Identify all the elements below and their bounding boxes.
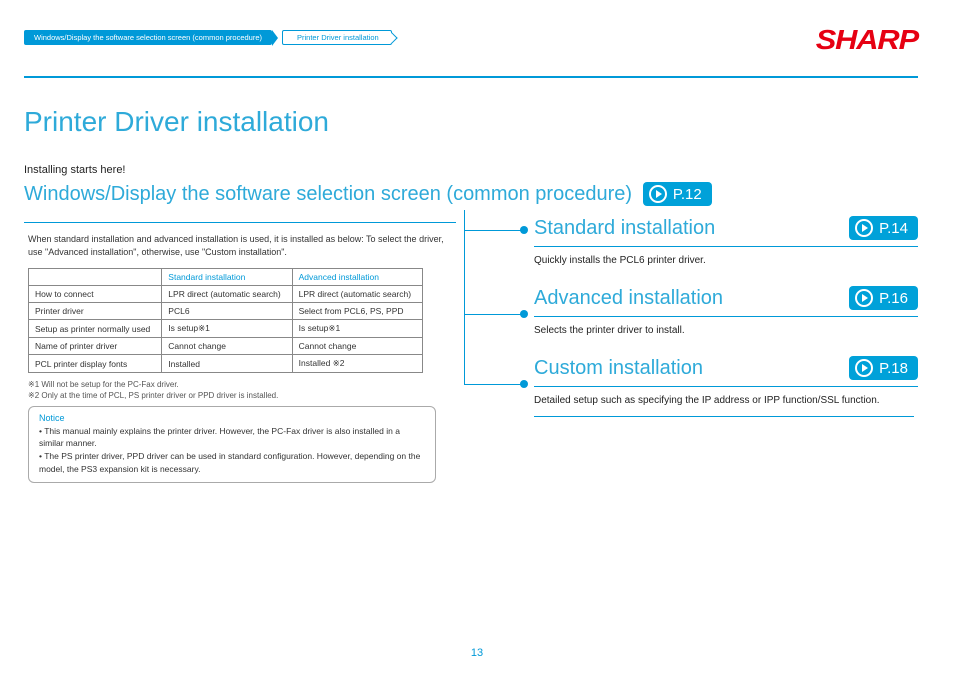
section-desc: Selects the printer driver to install.: [534, 325, 918, 336]
page-link-label: P.16: [879, 290, 908, 307]
table-row: Name of printer driver Cannot change Can…: [29, 338, 423, 355]
page-link-label: P.12: [673, 186, 702, 203]
table-header: [29, 269, 162, 286]
section-advanced: Advanced installation P.16 Selects the p…: [534, 286, 918, 336]
right-column: Standard installation P.14 Quickly insta…: [456, 216, 918, 483]
page-link-label: P.18: [879, 360, 908, 377]
table-row: Printer driver PCL6 Select from PCL6, PS…: [29, 303, 423, 320]
breadcrumb-item-1[interactable]: Windows/Display the software selection s…: [24, 30, 272, 45]
page-number: 13: [0, 647, 954, 659]
body-text: When standard installation and advanced …: [24, 233, 456, 258]
breadcrumb: Windows/Display the software selection s…: [24, 30, 392, 45]
section-desc: Quickly installs the PCL6 printer driver…: [534, 255, 918, 266]
section-title: Custom installation: [534, 357, 703, 380]
section-title: Standard installation: [534, 217, 715, 240]
notice-line-1: This manual mainly explains the printer …: [39, 425, 425, 451]
page-link-p16[interactable]: P.16: [849, 286, 918, 310]
divider-top: [24, 76, 918, 78]
connector-lines: [456, 216, 534, 446]
section-desc: Detailed setup such as specifying the IP…: [534, 395, 918, 406]
table-header: Advanced installation: [292, 269, 422, 286]
play-icon: [855, 219, 873, 237]
footnote-1: ※1 Will not be setup for the PC-Fax driv…: [28, 379, 456, 390]
section-standard: Standard installation P.14 Quickly insta…: [534, 216, 918, 266]
page-link-p12[interactable]: P.12: [643, 182, 712, 206]
play-icon: [649, 185, 667, 203]
play-icon: [855, 289, 873, 307]
divider: [534, 416, 914, 417]
subheading: Windows/Display the software selection s…: [24, 183, 632, 205]
breadcrumb-item-2[interactable]: Printer Driver installation: [282, 30, 392, 45]
table-row: Setup as printer normally used Is setup※…: [29, 320, 423, 338]
left-column: When standard installation and advanced …: [24, 216, 456, 483]
footnotes: ※1 Will not be setup for the PC-Fax driv…: [28, 379, 456, 401]
table-header-row: Standard installation Advanced installat…: [29, 269, 423, 286]
table-row: PCL printer display fonts Installed Inst…: [29, 355, 423, 373]
notice-box: Notice This manual mainly explains the p…: [28, 406, 436, 483]
play-icon: [855, 359, 873, 377]
footnote-2: ※2 Only at the time of PCL, PS printer d…: [28, 390, 456, 401]
section-custom: Custom installation P.18 Detailed setup …: [534, 356, 918, 417]
divider: [24, 222, 456, 223]
page-title: Printer Driver installation: [24, 106, 918, 138]
page-link-p18[interactable]: P.18: [849, 356, 918, 380]
notice-line-2: The PS printer driver, PPD driver can be…: [39, 450, 425, 476]
section-title: Advanced installation: [534, 287, 723, 310]
page-link-p14[interactable]: P.14: [849, 216, 918, 240]
brand-logo: SHARP: [816, 24, 918, 56]
topbar: Windows/Display the software selection s…: [24, 24, 918, 56]
table-row: How to connect LPR direct (automatic sea…: [29, 286, 423, 303]
table-header: Standard installation: [162, 269, 292, 286]
intro-text: Installing starts here!: [24, 164, 918, 176]
notice-title: Notice: [39, 413, 425, 423]
page-link-label: P.14: [879, 220, 908, 237]
comparison-table: Standard installation Advanced installat…: [28, 268, 423, 373]
